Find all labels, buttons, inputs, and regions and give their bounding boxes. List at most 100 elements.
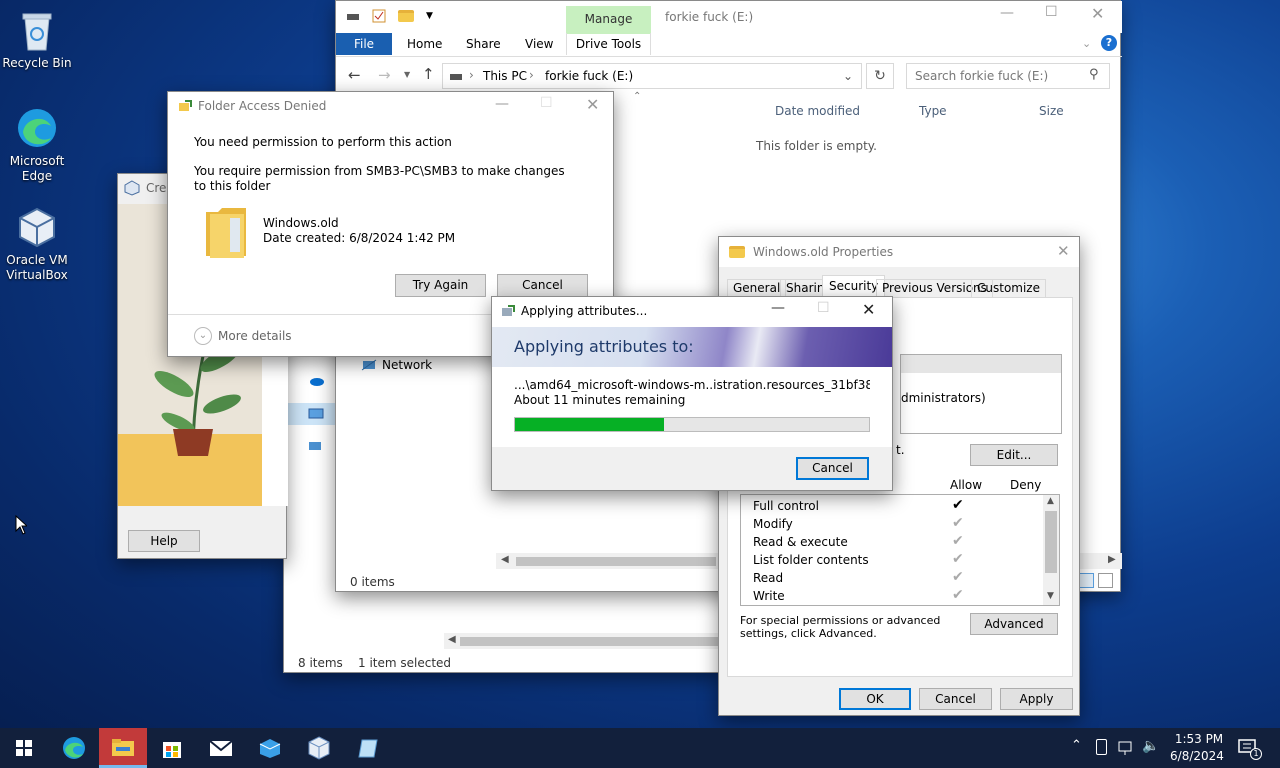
- virtualbox-icon: [308, 736, 330, 760]
- apply-button[interactable]: Apply: [1000, 688, 1073, 710]
- chevron-down-icon[interactable]: ⌄: [194, 327, 212, 345]
- maximize-button[interactable]: ☐: [817, 300, 830, 316]
- vertical-scrollbar[interactable]: ▲ ▼: [1043, 495, 1059, 605]
- dialog-titlebar[interactable]: Folder Access Denied: [178, 99, 326, 113]
- close-button[interactable]: ✕: [1091, 4, 1104, 23]
- maximize-button[interactable]: ☐: [540, 95, 553, 111]
- battery-icon[interactable]: [1096, 739, 1107, 755]
- desktop-icon-label: Microsoft Edge: [9, 154, 65, 183]
- close-button[interactable]: ✕: [862, 300, 875, 319]
- chevron-down-icon[interactable]: ⌄: [843, 69, 853, 83]
- nav-item-onedrive[interactable]: [308, 375, 324, 389]
- minimize-button[interactable]: —: [771, 300, 785, 316]
- tab-general[interactable]: General: [727, 279, 787, 297]
- taskbar-file-explorer[interactable]: [99, 728, 147, 768]
- cancel-button[interactable]: Cancel: [919, 688, 992, 710]
- permission-name: Full control: [753, 499, 819, 513]
- minimize-button[interactable]: —: [495, 96, 509, 112]
- folder-icon: [729, 246, 745, 258]
- taskbar-edge[interactable]: [50, 728, 98, 768]
- horizontal-scrollbar[interactable]: ◀: [444, 633, 722, 649]
- start-button[interactable]: [0, 728, 48, 768]
- tab-view[interactable]: View: [525, 37, 553, 51]
- column-date-modified[interactable]: Date modified: [775, 104, 860, 118]
- box-app-icon: [259, 739, 281, 758]
- taskbar-mail[interactable]: [197, 728, 245, 768]
- expand-ribbon-icon[interactable]: ⌄: [1082, 37, 1091, 50]
- list-item[interactable]: dministrators): [901, 391, 986, 405]
- windows-logo-icon: [16, 740, 32, 756]
- cancel-button[interactable]: Cancel: [497, 274, 588, 297]
- refresh-button[interactable]: ↻: [866, 63, 894, 89]
- recent-locations-icon[interactable]: ▼: [404, 70, 410, 79]
- nav-item-network-2[interactable]: [308, 439, 324, 456]
- taskbar-notepad[interactable]: [344, 728, 392, 768]
- breadcrumb-this-pc[interactable]: This PC: [483, 69, 527, 83]
- taskbar-virtualbox[interactable]: [295, 728, 343, 768]
- check-icon: ✔: [952, 569, 964, 585]
- tab-file[interactable]: File: [336, 33, 392, 55]
- show-hidden-icons[interactable]: ⌃: [1071, 738, 1082, 753]
- check-icon: ✔: [952, 515, 964, 531]
- drive-icon: [450, 74, 462, 80]
- back-button[interactable]: ←: [348, 66, 361, 84]
- maximize-button[interactable]: ☐: [1045, 4, 1058, 20]
- address-bar[interactable]: › This PC › forkie fuck (E:) ⌄: [442, 63, 862, 89]
- desktop-icon-label: Oracle VM VirtualBox: [6, 253, 68, 282]
- item-name: Windows.old: [263, 216, 339, 230]
- taskbar-app-box[interactable]: [246, 728, 294, 768]
- advanced-button[interactable]: Advanced: [970, 613, 1058, 635]
- ok-button[interactable]: OK: [839, 688, 911, 710]
- permission-name: Write: [753, 589, 785, 603]
- file-explorer-icon: [112, 738, 134, 756]
- help-button[interactable]: Help: [128, 530, 200, 552]
- breadcrumb-drive[interactable]: forkie fuck (E:): [545, 69, 633, 83]
- taskbar: ⌃ 🔈 1:53 PM 6/8/2024 1: [0, 728, 1280, 768]
- details-view-icon[interactable]: [1079, 573, 1094, 588]
- tab-customize[interactable]: Customize: [971, 279, 1046, 297]
- properties-icon[interactable]: [372, 9, 386, 23]
- desktop-icon-recycle-bin[interactable]: Recycle Bin: [0, 8, 74, 71]
- column-type[interactable]: Type: [919, 104, 947, 118]
- sort-arrow-icon: ⌃: [633, 91, 642, 102]
- minimize-button[interactable]: —: [1000, 5, 1014, 21]
- store-icon: [163, 742, 181, 758]
- volume-icon[interactable]: 🔈: [1142, 738, 1159, 754]
- permissions-list[interactable]: Full control ✔ Modify ✔ Read & execute ✔…: [740, 494, 1060, 606]
- new-folder-icon[interactable]: [398, 10, 414, 22]
- properties-title: Windows.old Properties: [753, 245, 894, 259]
- chevron-down-icon[interactable]: ▼: [426, 11, 433, 21]
- nav-item-this-pc[interactable]: [284, 403, 340, 425]
- more-details-link[interactable]: More details: [218, 329, 292, 343]
- close-button[interactable]: ✕: [586, 95, 599, 114]
- network-icon: [361, 359, 377, 371]
- network-icon[interactable]: [1118, 740, 1136, 759]
- forward-button[interactable]: →: [378, 66, 391, 84]
- close-button[interactable]: ✕: [1057, 242, 1070, 260]
- applying-attributes-dialog[interactable]: Applying attributes... — ☐ ✕ Applying at…: [491, 296, 893, 491]
- tab-manage[interactable]: Manage: [566, 6, 651, 34]
- try-again-button[interactable]: Try Again: [395, 274, 486, 297]
- clock-time[interactable]: 1:53 PM: [1172, 732, 1226, 746]
- desktop-icon-virtualbox[interactable]: Oracle VM VirtualBox: [0, 205, 74, 283]
- nav-item-network[interactable]: Network: [361, 358, 432, 372]
- clock-date[interactable]: 6/8/2024: [1168, 749, 1226, 763]
- tab-drive-tools[interactable]: Drive Tools: [566, 33, 651, 55]
- help-icon[interactable]: ?: [1101, 35, 1117, 51]
- permission-name: Modify: [753, 517, 793, 531]
- check-icon: ✔: [952, 587, 964, 603]
- cancel-button[interactable]: Cancel: [796, 457, 869, 480]
- taskbar-store[interactable]: [148, 728, 196, 768]
- edge-icon: [15, 106, 59, 150]
- up-button[interactable]: ↑: [422, 65, 435, 83]
- search-input[interactable]: Search forkie fuck (E:) ⚲: [906, 63, 1110, 89]
- tab-home[interactable]: Home: [407, 37, 442, 51]
- group-user-list[interactable]: dministrators): [900, 354, 1062, 434]
- large-icons-view-icon[interactable]: [1098, 573, 1113, 588]
- tab-share[interactable]: Share: [466, 37, 501, 51]
- desktop-icon-edge[interactable]: Microsoft Edge: [0, 106, 74, 184]
- dialog-message: You require permission from SMB3-PC\SMB3…: [194, 164, 565, 193]
- dialog-heading: You need permission to perform this acti…: [194, 135, 452, 149]
- column-size[interactable]: Size: [1039, 104, 1064, 118]
- edit-button[interactable]: Edit...: [970, 444, 1058, 466]
